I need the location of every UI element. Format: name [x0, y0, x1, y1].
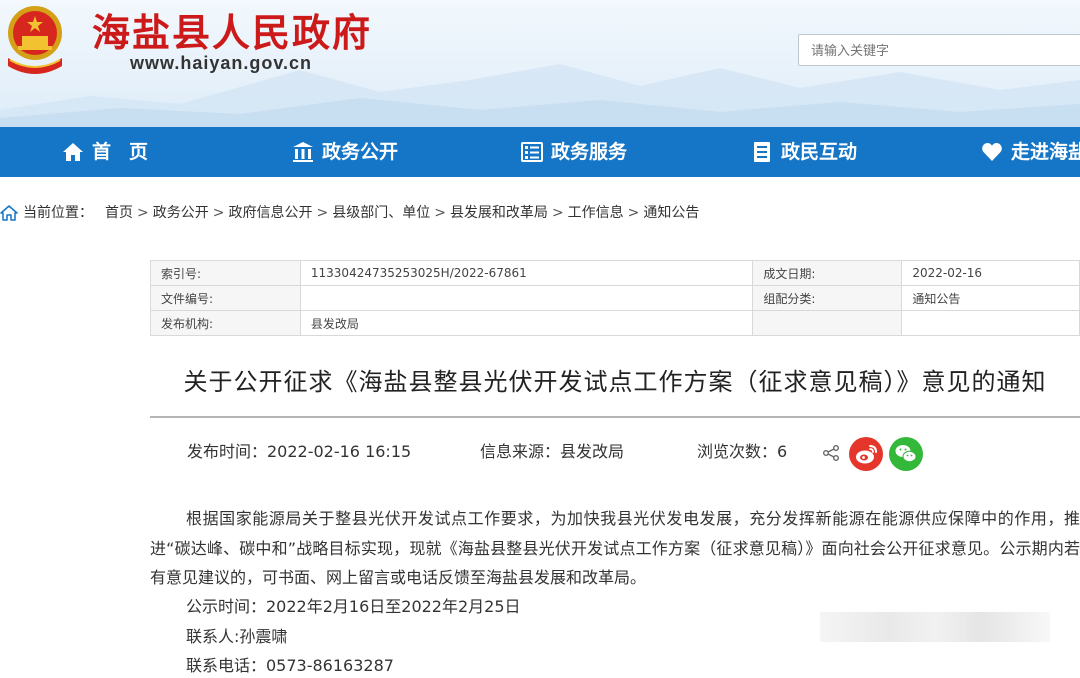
meta-key-index-no: 索引号:: [150, 260, 301, 286]
site-header: 海盐县人民政府 www.haiyan.gov.cn: [0, 0, 1080, 127]
nav-item-gov-service[interactable]: 政务服务: [521, 127, 627, 177]
breadcrumb-separator: >: [137, 205, 149, 221]
breadcrumb-separator: >: [434, 205, 446, 221]
view-count: 浏览次数：6: [697, 442, 788, 461]
nav-item-interaction[interactable]: 政民互动: [751, 127, 857, 177]
wechat-icon: [895, 445, 917, 463]
meta-key-category: 组配分类:: [752, 285, 903, 311]
breadcrumb-item-info-disclosure[interactable]: 政府信息公开: [228, 200, 312, 226]
list-icon: [521, 142, 543, 162]
meta-value-index-no: 11330424735253025H/2022-67861: [299, 260, 754, 286]
share-weibo-button[interactable]: [849, 437, 883, 471]
table-row: 发布机构: 县发改局: [150, 310, 1080, 336]
breadcrumb-label: 当前位置：: [23, 205, 93, 221]
contact-person: 联系人:孙震啸: [186, 627, 288, 646]
breadcrumb-separator: >: [627, 205, 640, 221]
breadcrumb-separator: >: [316, 205, 329, 221]
heart-icon: [982, 143, 1002, 161]
weibo-icon: [856, 445, 877, 464]
meta-value-file-no: [299, 285, 754, 311]
breadcrumb-item-home[interactable]: 首页: [105, 200, 133, 226]
document-meta-table: 索引号: 11330424735253025H/2022-67861 成文日期:…: [150, 260, 1080, 336]
nav-item-gov-affairs[interactable]: 政务公开: [292, 127, 398, 177]
meta-key-empty: [752, 310, 903, 336]
breadcrumb: 当前位置： 首页 > 政务公开 > 政府信息公开 > 县级部门、单位 > 县发展…: [0, 200, 699, 226]
meta-value-date: 2022-02-16: [901, 260, 1080, 286]
site-title: 海盐县人民政府: [92, 10, 373, 55]
breadcrumb-item-dev-reform-bureau[interactable]: 县发展和改革局: [450, 200, 548, 226]
meta-value-empty: [901, 310, 1080, 336]
publish-time: 发布时间：2022-02-16 16:15: [187, 442, 412, 461]
document-icon: [754, 142, 770, 162]
contact-phone: 联系电话：0573-86163287: [186, 656, 394, 675]
building-icon: [293, 142, 313, 162]
notice-period: 公示时间：2022年2月16日至2022年2月25日: [186, 597, 521, 616]
main-nav: 首页 政务公开 政务服务 政民互动 走进海盐: [0, 127, 1080, 177]
breadcrumb-item-notices[interactable]: 通知公告: [643, 200, 699, 226]
nav-item-about-haiyan[interactable]: 走进海盐: [981, 127, 1080, 177]
nav-label-gov-affairs: 政务公开: [322, 141, 399, 163]
breadcrumb-separator: >: [212, 205, 225, 221]
title-divider: [150, 416, 1080, 418]
share-wechat-button[interactable]: [889, 437, 923, 471]
site-url: www.haiyan.gov.cn: [130, 53, 313, 73]
nav-label-about-haiyan: 走进海盐: [1011, 141, 1080, 163]
share-icon[interactable]: [822, 444, 840, 462]
national-emblem-icon: [8, 6, 62, 74]
article-body: 根据国家能源局关于整县光伏开发试点工作要求，为加快我县光伏发电发展，充分发挥新能…: [150, 509, 1080, 587]
info-source: 信息来源：县发改局: [480, 442, 625, 461]
blurred-watermark: [820, 612, 1050, 642]
meta-key-date: 成文日期:: [752, 260, 903, 286]
nav-item-home[interactable]: 首页: [62, 127, 166, 177]
nav-label-gov-service: 政务服务: [551, 141, 628, 163]
breadcrumb-item-work-info[interactable]: 工作信息: [568, 200, 624, 226]
meta-key-file-no: 文件编号:: [150, 285, 301, 311]
home-icon: [63, 143, 83, 161]
table-row: 索引号: 11330424735253025H/2022-67861 成文日期:…: [150, 260, 1080, 286]
meta-key-publisher: 发布机构:: [150, 310, 301, 336]
breadcrumb-item-departments[interactable]: 县级部门、单位: [332, 200, 430, 226]
article-title: 关于公开征求《海盐县整县光伏开发试点工作方案（征求意见稿）》意见的通知: [183, 368, 1047, 396]
search-input[interactable]: [798, 34, 1080, 66]
meta-value-publisher: 县发改局: [299, 310, 754, 336]
breadcrumb-separator: >: [551, 205, 564, 221]
meta-value-category: 通知公告: [901, 285, 1080, 311]
nav-label-home: 首页: [92, 141, 167, 163]
nav-label-interaction: 政民互动: [781, 141, 858, 163]
home-outline-icon: [0, 205, 18, 221]
table-row: 文件编号: 组配分类: 通知公告: [150, 285, 1080, 311]
breadcrumb-item-gov-affairs[interactable]: 政务公开: [153, 200, 209, 226]
